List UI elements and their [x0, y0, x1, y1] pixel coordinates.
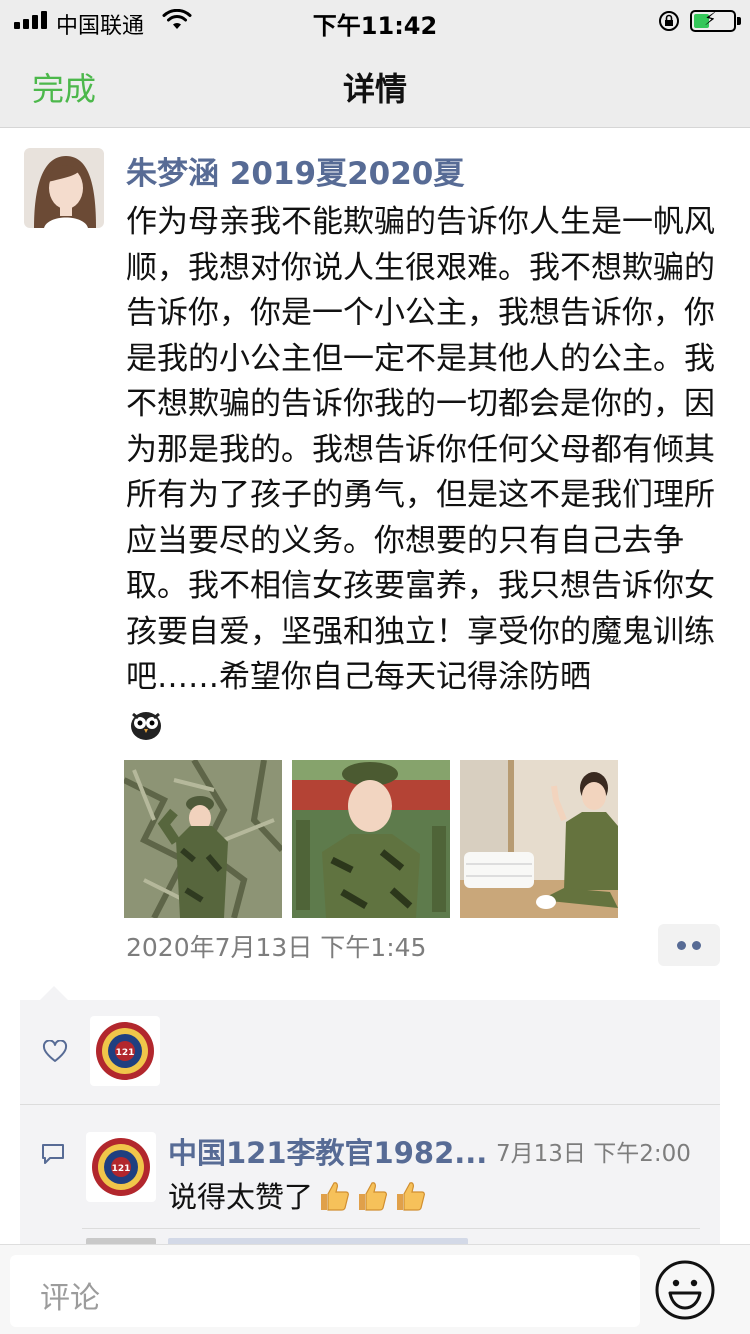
photo-thumbnail[interactable]: [124, 760, 282, 918]
svg-text:121: 121: [112, 1164, 131, 1174]
status-bar: 中国联通 下午11:42 ⚡: [0, 0, 750, 40]
owl-emoji-icon: [131, 712, 161, 740]
comment-text[interactable]: 说得太赞了: [168, 1174, 427, 1216]
comment-input-bar: 评论: [0, 1244, 750, 1334]
post-timestamp: 2020年7月13日 下午1:45: [126, 933, 427, 962]
emoji-icon[interactable]: [654, 1259, 716, 1321]
photo-thumbnail[interactable]: [460, 760, 618, 918]
photo-thumbnail[interactable]: [292, 760, 450, 918]
post-text: 作为母亲我不能欺骗的告诉你人生是一帆风顺，我想对你说人生很艰难。我不想欺骗的告诉…: [126, 204, 715, 695]
nav-bar: 完成 详情: [0, 40, 750, 128]
comment-icon: [42, 1144, 64, 1164]
rotation-lock-icon: [659, 11, 679, 31]
thumbs-up-emoji-icon: [321, 1182, 350, 1211]
commenter-avatar[interactable]: 121: [86, 1132, 156, 1202]
commenter-name[interactable]: 中国121李教官1982...: [168, 1130, 487, 1172]
svg-text:121: 121: [116, 1048, 135, 1058]
page-title: 详情: [342, 70, 407, 108]
battery-icon: ⚡: [690, 9, 741, 32]
author-avatar[interactable]: [24, 148, 104, 228]
thumbs-up-emoji-icon: [359, 1182, 388, 1211]
comment-body: 说得太赞了: [168, 1180, 314, 1214]
clock: 下午11:42: [312, 12, 438, 40]
thumbs-up-emoji-icon: [397, 1182, 426, 1211]
author-name[interactable]: 朱梦涵 2019夏2020夏: [126, 148, 464, 193]
photo-grid: [124, 760, 624, 918]
liker-avatar[interactable]: 121: [90, 1016, 160, 1086]
comment-input[interactable]: 评论: [10, 1255, 640, 1327]
comment-timestamp: 7月13日 下午2:00: [496, 1141, 691, 1167]
divider: [20, 1104, 720, 1105]
panel-arrow: [40, 986, 68, 1000]
divider: [82, 1228, 700, 1229]
heart-icon: [42, 1040, 68, 1062]
more-actions-button[interactable]: [658, 924, 720, 966]
comment-placeholder: 评论: [40, 1281, 100, 1316]
